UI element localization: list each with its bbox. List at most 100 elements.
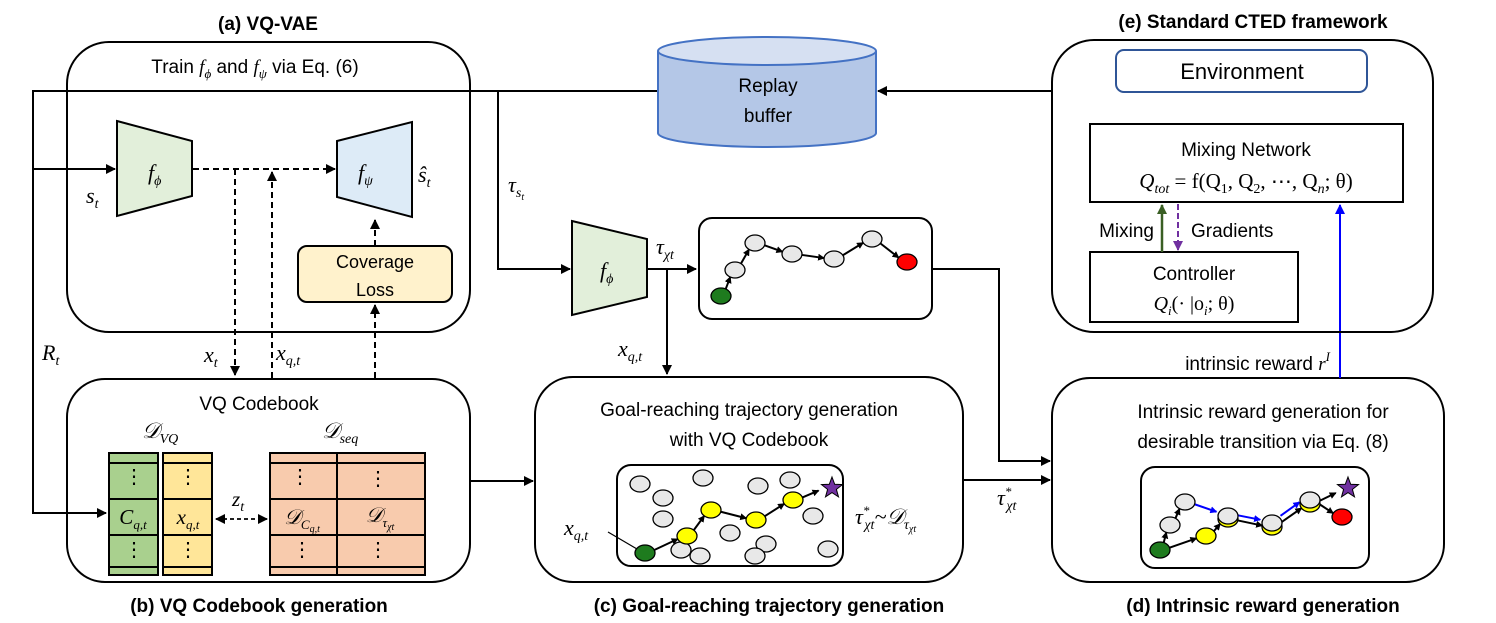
start-state-node — [710, 287, 732, 305]
caption-vq-vae: (a) VQ-VAE — [218, 14, 318, 35]
trajectory-to-reward-line — [933, 268, 1051, 466]
desirable-transition-edge — [1194, 503, 1218, 514]
x-q-t-label-2: xq,t — [617, 336, 643, 365]
encoder-f-phi — [116, 119, 193, 218]
goal-star — [820, 475, 844, 499]
ellipsis-dots: ⋮ — [178, 539, 198, 561]
goal-path-edge — [720, 510, 748, 521]
observed-node — [1299, 491, 1321, 509]
codebook-node — [652, 510, 674, 528]
gradients-arrow-label: Gradients — [1191, 221, 1273, 242]
tau-s-t-label: τst — [508, 172, 524, 203]
x-t-label: xt — [203, 342, 219, 371]
ellipsis-dots: ⋮ — [178, 466, 198, 488]
tau-star-label: τ* χt — [997, 484, 1018, 514]
trajectory-edge — [842, 241, 865, 257]
goal-edge — [1279, 507, 1303, 524]
ellipsis-dots: ⋮ — [368, 539, 388, 561]
reward-transition-graph — [1149, 475, 1360, 559]
environment-label: Environment — [1180, 59, 1304, 84]
goal-star — [1336, 475, 1360, 499]
state-node — [724, 261, 746, 279]
replay-buffer-line2: buffer — [744, 106, 793, 127]
codebook-table: ⋮⋮⋮⋮⋮⋮⋮⋮Cq,t xq,t 𝒟Cq,t𝒟τχt — [108, 452, 426, 576]
diagram-svg: (a) VQ-VAE Train fϕ and fψ via Eq. (6) f… — [32, 12, 1445, 617]
observed-edge — [1173, 507, 1181, 519]
codebook-node — [629, 475, 651, 493]
sampled-trajectory-label: τ* χt~𝒟τχt — [855, 503, 916, 535]
intrinsic-reward-title-line2: desirable transition via Eq. (8) — [1137, 432, 1388, 453]
ellipsis-dots: ⋮ — [368, 468, 388, 490]
goal-path-node — [782, 491, 804, 509]
trajectory-edge — [879, 242, 900, 259]
intrinsic-reward-label: intrinsic reward rI — [1185, 349, 1330, 375]
goal-trajectory-title-line2: with VQ Codebook — [669, 430, 829, 451]
goal-path-node — [700, 501, 722, 519]
start-node — [634, 544, 656, 562]
observed-node — [1261, 514, 1283, 532]
start-pointer-line — [607, 531, 638, 550]
state-node — [823, 250, 845, 268]
goal-edge — [1237, 519, 1264, 528]
coverage-loss-line2: Loss — [356, 280, 394, 300]
codebook-node — [689, 547, 711, 565]
trajectory-edge — [740, 248, 750, 265]
coverage-loss-line1: Coverage — [336, 252, 414, 272]
goal-reaching-graph — [629, 469, 844, 565]
observed-node — [1159, 516, 1181, 534]
goal-path-node — [745, 511, 767, 529]
mixing-arrow-label: Mixing — [1099, 221, 1154, 242]
train-instruction: Train fϕ and fψ via Eq. (6) — [151, 57, 358, 81]
ellipsis-dots: ⋮ — [290, 466, 310, 488]
goal-path-edge — [764, 502, 786, 518]
goal-edge — [1169, 536, 1198, 549]
trajectory-edge — [764, 244, 784, 253]
observed-node — [1174, 493, 1196, 511]
mixing-network-title: Mixing Network — [1181, 140, 1311, 161]
codebook-node — [779, 471, 801, 489]
d-vq-label: 𝒟VQ — [142, 418, 178, 447]
codebook-node — [652, 489, 674, 507]
x-q-t-label: xq,t — [275, 340, 301, 369]
observed-trajectory — [710, 230, 918, 305]
codebook-node — [692, 469, 714, 487]
state-node — [744, 234, 766, 252]
R-t-label: Rt — [41, 340, 60, 369]
goal-path-edge — [802, 489, 820, 499]
trajectory-edge — [801, 253, 826, 261]
codebook-node — [719, 524, 741, 542]
encoder-f-phi-2 — [571, 219, 648, 317]
reconstruction-label: ŝt — [418, 162, 432, 191]
end-state-node — [1331, 508, 1353, 526]
start-state-node — [1149, 541, 1171, 559]
intrinsic-reward-title-line1: Intrinsic reward generation for — [1137, 402, 1389, 423]
codebook-node — [744, 547, 766, 565]
state-node — [861, 230, 883, 248]
caption-vq-codebook: (b) VQ Codebook generation — [130, 596, 388, 617]
desirable-transition-edge — [1237, 514, 1262, 522]
d-seq-label: 𝒟seq — [322, 418, 358, 447]
goal-path-node — [676, 527, 698, 545]
caption-cted: (e) Standard CTED framework — [1118, 12, 1388, 33]
replay-buffer-line1: Replay — [738, 76, 798, 97]
controller-title: Controller — [1153, 264, 1236, 285]
ellipsis-dots: ⋮ — [124, 539, 144, 561]
goal-path-edge — [692, 515, 706, 531]
z-t-label: zt — [231, 487, 245, 515]
caption-intrinsic-reward: (d) Intrinsic reward generation — [1126, 596, 1399, 617]
replay-buffer: Replay buffer — [657, 36, 877, 148]
ellipsis-dots: ⋮ — [124, 466, 144, 488]
observed-edge — [1318, 502, 1335, 515]
caption-goal-trajectory: (c) Goal-reaching trajectory generation — [594, 596, 945, 617]
input-state-label: st — [86, 183, 100, 212]
diagram-canvas: (a) VQ-VAE Train fϕ and fψ via Eq. (6) f… — [0, 0, 1496, 623]
vq-codebook-title: VQ Codebook — [199, 394, 319, 415]
goal-edge — [1213, 523, 1221, 532]
goal-trajectory-title-line1: Goal-reaching trajectory generation — [600, 400, 898, 421]
goal-edge — [1318, 492, 1337, 502]
ellipsis-dots: ⋮ — [292, 539, 312, 561]
codebook-node — [802, 507, 824, 525]
desirable-transition-edge — [1279, 501, 1301, 517]
end-state-node — [896, 253, 918, 271]
decoder-f-psi — [336, 120, 413, 219]
